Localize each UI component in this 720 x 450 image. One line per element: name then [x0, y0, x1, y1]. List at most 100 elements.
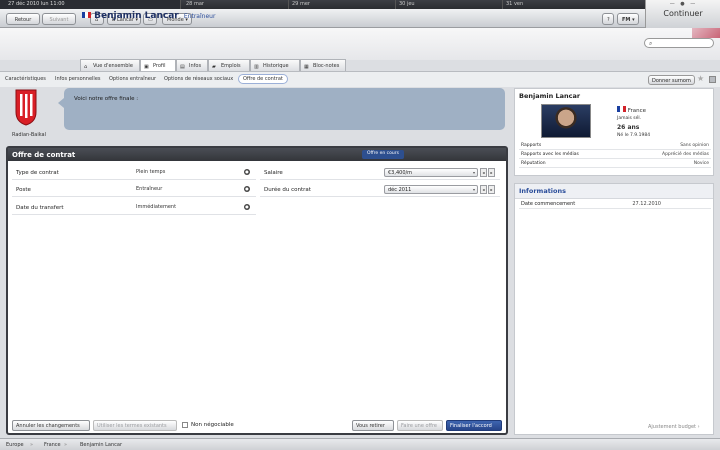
row-label: Type de contrat: [16, 170, 59, 176]
salary-row: Salaire €3,400/m ▾ ◂ ▸: [260, 166, 500, 180]
tab-label: Bloc-notes: [313, 63, 340, 69]
nationality[interactable]: France: [617, 106, 646, 114]
fm-menu-button[interactable]: FM ▾: [617, 13, 639, 25]
row-label: Salaire: [264, 170, 283, 176]
use-existing-terms-button[interactable]: Utiliser les termes existants: [93, 420, 177, 431]
breadcrumb-item[interactable]: Benjamin Lancar: [80, 442, 122, 448]
help-button[interactable]: ?: [602, 13, 614, 25]
panel-title: Offre de contrat: [12, 151, 76, 159]
decrease-arrow-icon[interactable]: ◂: [480, 185, 487, 194]
calendar-day[interactable]: 31 ven: [506, 1, 523, 7]
house-icon: ⌂: [84, 64, 88, 70]
info-row: Rapports avec les médias Apprécié des mé…: [519, 151, 711, 159]
international-caps: Jamais sél.: [617, 116, 642, 121]
row-value: Immédiatement: [136, 204, 177, 210]
book-icon: ▥: [254, 64, 259, 70]
budget-adjust-button[interactable]: Ajustement budget ›: [648, 424, 700, 430]
tab-notes[interactable]: ▦ Bloc-notes: [300, 59, 346, 71]
id-card-icon: ▣: [144, 64, 149, 70]
subnav-personal-info[interactable]: Infos personnelles: [55, 76, 101, 82]
chevron-right-icon: »: [64, 442, 68, 448]
subnav-bar: [0, 71, 720, 87]
notepad-icon: ▦: [304, 64, 309, 70]
info-key: Rapports avec les médias: [521, 152, 579, 157]
finalize-deal-button[interactable]: Finaliser l'accord: [446, 420, 502, 431]
contract-offer-panel: Offre de contrat Offre en cours Type de …: [6, 146, 508, 435]
breadcrumb-item[interactable]: France: [44, 442, 61, 448]
info-value: Sans opinion: [680, 143, 709, 148]
current-date: 27 déc 2010 lun 11:00: [0, 0, 180, 9]
contract-length-select[interactable]: déc 2011 ▾: [384, 185, 478, 194]
person-name: Benjamin Lancar: [94, 11, 179, 21]
france-flag-icon: [617, 106, 626, 112]
person-photo: [541, 104, 591, 138]
salary-select[interactable]: €3,400/m ▾: [384, 168, 478, 177]
tab-label: Profil: [153, 63, 166, 69]
tab-label: Emplois: [221, 63, 241, 69]
cancel-changes-button[interactable]: Annuler les changements: [12, 420, 90, 431]
star-icon[interactable]: ★: [697, 74, 704, 83]
contract-type-row: Type de contrat Plein temps ●: [12, 166, 256, 180]
next-label: Suivant: [49, 17, 69, 23]
tab-label: Infos: [189, 63, 202, 69]
subnav-coach-options[interactable]: Options entraîneur: [109, 76, 156, 82]
day-divider: [180, 0, 181, 9]
page-title: Benjamin Lancar Entraîneur: [82, 11, 215, 21]
non-negotiable-label: Non négociable: [191, 422, 234, 428]
info-key: Réputation: [521, 161, 546, 166]
withdraw-button[interactable]: Vous retirer: [352, 420, 394, 431]
club-shield-icon: [15, 89, 37, 126]
subnav-contract-offer[interactable]: Offre de contrat: [238, 74, 288, 84]
profile-card-title: Benjamin Lancar: [519, 92, 581, 100]
breadcrumb-item[interactable]: Europe: [6, 442, 24, 448]
tab-jobs[interactable]: ▰ Emplois: [208, 59, 250, 71]
increase-arrow-icon[interactable]: ▸: [488, 168, 495, 177]
chevron-right-icon: ›: [697, 424, 700, 430]
continue-button[interactable]: — ● — Continuer: [645, 0, 720, 28]
search-icon: ⌕: [649, 40, 653, 47]
fm-menu-label: FM: [622, 17, 631, 23]
edit-icon[interactable]: ●: [244, 169, 250, 175]
transfer-date-row: Date du transfert Immédiatement ●: [12, 201, 256, 215]
nationality-label: France: [627, 108, 647, 114]
tab-info[interactable]: ▤ Infos: [176, 59, 208, 71]
give-nickname-button[interactable]: Donner surnom: [648, 75, 695, 85]
row-value: Plein temps: [136, 169, 166, 175]
tab-history[interactable]: ▥ Historique: [250, 59, 300, 71]
edit-icon[interactable]: ●: [244, 186, 250, 192]
calendar-day[interactable]: 29 mer: [292, 1, 310, 7]
increase-arrow-icon[interactable]: ▸: [488, 185, 495, 194]
make-offer-button[interactable]: Faire une offre: [397, 420, 443, 431]
info-value: 27.12.2010: [632, 201, 661, 207]
options-icon[interactable]: [709, 76, 716, 83]
continue-label: Continuer: [663, 9, 703, 18]
age: 26 ans: [617, 124, 640, 131]
non-negotiable-checkbox[interactable]: [182, 422, 188, 428]
next-button[interactable]: Suivant: [42, 13, 76, 25]
info-row: Rapports Sans opinion: [519, 142, 711, 150]
contract-length-value: déc 2011: [388, 187, 412, 193]
info-row: Date commencement 27.12.2010: [519, 200, 711, 209]
subnav-characteristics[interactable]: Caractéristiques: [5, 76, 46, 82]
search-input[interactable]: ⌕: [644, 38, 714, 48]
calendar-day[interactable]: 28 mar: [186, 1, 204, 7]
club-colors-stripe: [692, 28, 720, 38]
salary-value: €3,400/m: [388, 170, 413, 176]
day-divider: [502, 0, 503, 9]
tab-profile[interactable]: ▣ Profil: [140, 59, 176, 71]
edit-icon[interactable]: ●: [244, 204, 250, 210]
decrease-arrow-icon[interactable]: ◂: [480, 168, 487, 177]
club-name[interactable]: Radian-Baikal: [12, 132, 46, 138]
panel-header: Offre de contrat Offre en cours: [8, 148, 506, 161]
person-role: Entraîneur: [183, 13, 216, 20]
speech-text: Voici notre offre finale :: [74, 96, 139, 102]
subnav-social-options[interactable]: Options de réseaux sociaux: [164, 76, 233, 82]
back-button[interactable]: Retour: [6, 13, 40, 25]
chevron-down-icon: ▾: [472, 187, 475, 192]
calendar-day[interactable]: 30 jeu: [399, 1, 415, 7]
birth-date: Né le 7.9.1984: [617, 133, 651, 138]
tab-overview[interactable]: ⌂ Vue d'ensemble: [80, 59, 140, 71]
window-controls-icon[interactable]: — ● —: [646, 1, 720, 7]
row-label: Durée du contrat: [264, 187, 311, 193]
info-value: Apprécié des médias: [662, 152, 709, 157]
